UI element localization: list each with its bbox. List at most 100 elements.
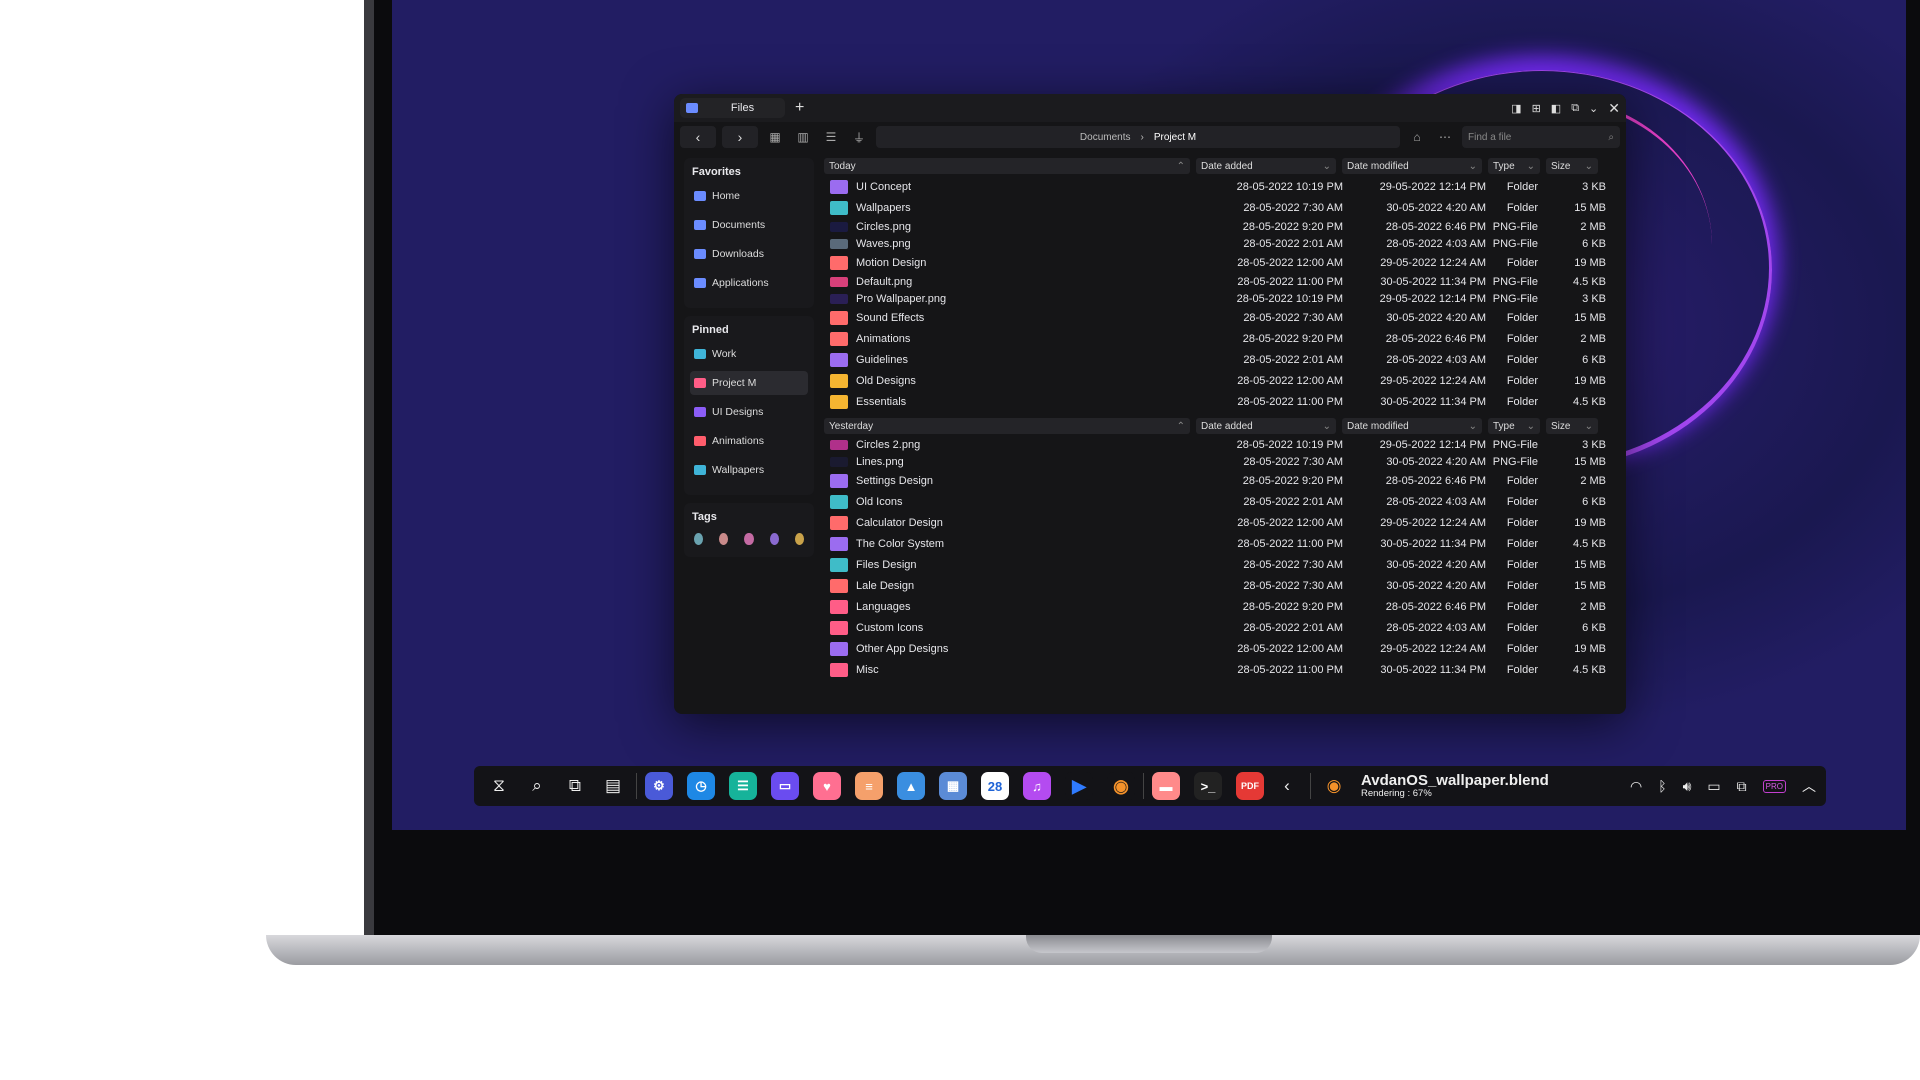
- messages-app-icon[interactable]: ☰: [729, 772, 757, 800]
- settings-app-icon[interactable]: ⚙: [645, 772, 673, 800]
- file-row[interactable]: Essentials 28-05-2022 11:00 PM 30-05-2022 …: [824, 391, 1620, 412]
- column-date-modified[interactable]: Date modified ⌄: [1342, 158, 1482, 174]
- file-row[interactable]: Motion Design 28-05-2022 12:00 AM 29-05-20…: [824, 252, 1620, 273]
- bluetooth-icon[interactable]: ᛒ: [1658, 778, 1666, 794]
- search-icon[interactable]: ⌕: [522, 771, 552, 801]
- tag-dot[interactable]: [744, 533, 754, 545]
- column-size[interactable]: Size ⌄: [1546, 158, 1598, 174]
- group-title[interactable]: Today ⌃: [824, 158, 1190, 174]
- tag-icon[interactable]: ⌂: [1406, 126, 1428, 148]
- brush-app-icon[interactable]: ♥: [813, 772, 841, 800]
- file-row[interactable]: Guidelines 28-05-2022 2:01 AM 28-05-2022 4…: [824, 349, 1620, 370]
- restore-icon[interactable]: ⧉: [1571, 102, 1579, 115]
- minimize-icon[interactable]: ⌄: [1589, 102, 1598, 115]
- file-row[interactable]: Languages 28-05-2022 9:20 PM 28-05-2022 6:…: [824, 596, 1620, 617]
- pro-badge[interactable]: PRO: [1762, 779, 1786, 793]
- file-row[interactable]: Old Icons 28-05-2022 2:01 AM 28-05-2022 4:…: [824, 491, 1620, 512]
- player-app-icon[interactable]: ▶: [1065, 772, 1093, 800]
- sidebar-item-wallpapers[interactable]: Wallpapers: [690, 458, 808, 482]
- battery-icon[interactable]: ▭: [1707, 778, 1720, 795]
- windows-icon[interactable]: ⧉: [560, 771, 590, 801]
- calculator-app-icon[interactable]: ▦: [939, 772, 967, 800]
- widgets-icon[interactable]: ▤: [598, 771, 628, 801]
- file-row[interactable]: The Color System 28-05-2022 11:00 PM 30-05…: [824, 533, 1620, 554]
- file-row[interactable]: Circles 2.png 28-05-2022 10:19 PM 29-05-20…: [824, 436, 1620, 453]
- forward-button[interactable]: ›: [722, 126, 758, 148]
- chevron-up-icon[interactable]: ︿: [1802, 776, 1816, 796]
- window-app-icon[interactable]: ▭: [771, 772, 799, 800]
- clock-app-icon[interactable]: ◷: [687, 772, 715, 800]
- file-row[interactable]: Settings Design 28-05-2022 9:20 PM 28-05-2…: [824, 470, 1620, 491]
- breadcrumb-documents[interactable]: Documents: [1080, 132, 1131, 143]
- photos-app-icon[interactable]: ▲: [897, 772, 925, 800]
- tag-dot[interactable]: [694, 533, 704, 545]
- tab-files[interactable]: Files: [680, 98, 785, 118]
- wifi-icon[interactable]: ◠: [1630, 778, 1642, 795]
- file-row[interactable]: Wallpapers 28-05-2022 7:30 AM 30-05-2022 4…: [824, 197, 1620, 218]
- new-tab-button[interactable]: +: [795, 99, 804, 117]
- group-header: Yesterday ⌃ Date added ⌄ Date modified ⌄ Type ⌄…: [824, 418, 1620, 434]
- terminal-app-icon[interactable]: >_: [1194, 772, 1222, 800]
- grid-layout-icon[interactable]: ⊞: [1532, 102, 1541, 115]
- image-thumbnail-icon: [830, 293, 848, 304]
- more-icon[interactable]: ⋯: [1434, 126, 1456, 148]
- sidebar-item-documents[interactable]: Documents: [690, 213, 808, 237]
- sidebar-item-ui-designs[interactable]: UI Designs: [690, 400, 808, 424]
- file-row[interactable]: Other App Designs 28-05-2022 12:00 AM 29-0…: [824, 638, 1620, 659]
- grid-view-icon[interactable]: ▦: [764, 126, 786, 148]
- close-icon[interactable]: ✕: [1608, 100, 1620, 117]
- calendar-app-icon[interactable]: 28: [981, 772, 1009, 800]
- sidebar-item-home[interactable]: Home: [690, 184, 808, 208]
- file-row[interactable]: Files Design 28-05-2022 7:30 AM 30-05-2022…: [824, 554, 1620, 575]
- search-input[interactable]: Find a file ⌕: [1462, 126, 1620, 148]
- file-row[interactable]: Lale Design 28-05-2022 7:30 AM 30-05-2022 …: [824, 575, 1620, 596]
- breadcrumb-project-m[interactable]: Project M: [1154, 132, 1196, 143]
- file-row[interactable]: Animations 28-05-2022 9:20 PM 28-05-2022 6…: [824, 328, 1620, 349]
- tag-dot[interactable]: [794, 533, 805, 545]
- column-type[interactable]: Type ⌄: [1488, 158, 1540, 174]
- file-row[interactable]: Circles.png 28-05-2022 9:20 PM 28-05-2022 …: [824, 218, 1620, 235]
- sidebar-item-project-m[interactable]: Project M: [690, 371, 808, 395]
- filter-icon[interactable]: ⏚: [848, 126, 870, 148]
- sidebar-item-work[interactable]: Work: [690, 342, 808, 366]
- column-date-added[interactable]: Date added ⌄: [1196, 158, 1336, 174]
- file-name: Other App Designs: [856, 642, 949, 655]
- blender-app-icon[interactable]: ◉: [1107, 772, 1135, 800]
- file-row[interactable]: Sound Effects 28-05-2022 7:30 AM 30-05-202…: [824, 307, 1620, 328]
- file-row[interactable]: Custom Icons 28-05-2022 2:01 AM 28-05-2022…: [824, 617, 1620, 638]
- sidebar-item-downloads[interactable]: Downloads: [690, 242, 808, 266]
- collapse-left-icon[interactable]: ‹: [1272, 771, 1302, 801]
- sidebar-item-animations[interactable]: Animations: [690, 429, 808, 453]
- volume-icon[interactable]: 🔊︎: [1683, 778, 1692, 795]
- column-date-added[interactable]: Date added ⌄: [1196, 418, 1336, 434]
- back-button[interactable]: ‹: [680, 126, 716, 148]
- music-app-icon[interactable]: ♫: [1023, 772, 1051, 800]
- file-row[interactable]: Lines.png 28-05-2022 7:30 AM 30-05-2022 4:…: [824, 453, 1620, 470]
- split-left-icon[interactable]: ◧: [1551, 102, 1561, 115]
- split-right-icon[interactable]: ◨: [1511, 102, 1521, 115]
- sidebar-item-applications[interactable]: Applications: [690, 271, 808, 295]
- tag-dot[interactable]: [719, 533, 729, 545]
- column-size[interactable]: Size ⌄: [1546, 418, 1598, 434]
- file-row[interactable]: Waves.png 28-05-2022 2:01 AM 28-05-2022 4:…: [824, 235, 1620, 252]
- file-row[interactable]: UI Concept 28-05-2022 10:19 PM 29-05-2022 …: [824, 176, 1620, 197]
- render-status[interactable]: AvdanOS_wallpaper.blend Rendering : 67%: [1361, 772, 1549, 800]
- column-view-icon[interactable]: ▥: [792, 126, 814, 148]
- blender-render-icon[interactable]: ◉: [1319, 771, 1349, 801]
- files-app-icon[interactable]: ▬: [1152, 772, 1180, 800]
- file-name: Sound Effects: [856, 311, 925, 324]
- file-row[interactable]: Calculator Design 28-05-2022 12:00 AM 29-0…: [824, 512, 1620, 533]
- file-row[interactable]: Default.png 28-05-2022 11:00 PM 30-05-2022…: [824, 273, 1620, 290]
- column-type[interactable]: Type ⌄: [1488, 418, 1540, 434]
- list-view-icon[interactable]: ☰: [820, 126, 842, 148]
- file-row[interactable]: Pro Wallpaper.png 28-05-2022 10:19 PM 29-0…: [824, 290, 1620, 307]
- file-row[interactable]: Misc 28-05-2022 11:00 PM 30-05-2022 11:34 …: [824, 659, 1620, 680]
- tag-dot[interactable]: [769, 533, 779, 545]
- column-date-modified[interactable]: Date modified ⌄: [1342, 418, 1482, 434]
- group-title[interactable]: Yesterday ⌃: [824, 418, 1190, 434]
- pdf-app-icon[interactable]: PDF: [1236, 772, 1264, 800]
- file-row[interactable]: Old Designs 28-05-2022 12:00 AM 29-05-2022…: [824, 370, 1620, 391]
- launcher-icon[interactable]: ⧖: [484, 771, 514, 801]
- screens-icon[interactable]: ⧉: [1737, 778, 1747, 795]
- notes-app-icon[interactable]: ≡: [855, 772, 883, 800]
